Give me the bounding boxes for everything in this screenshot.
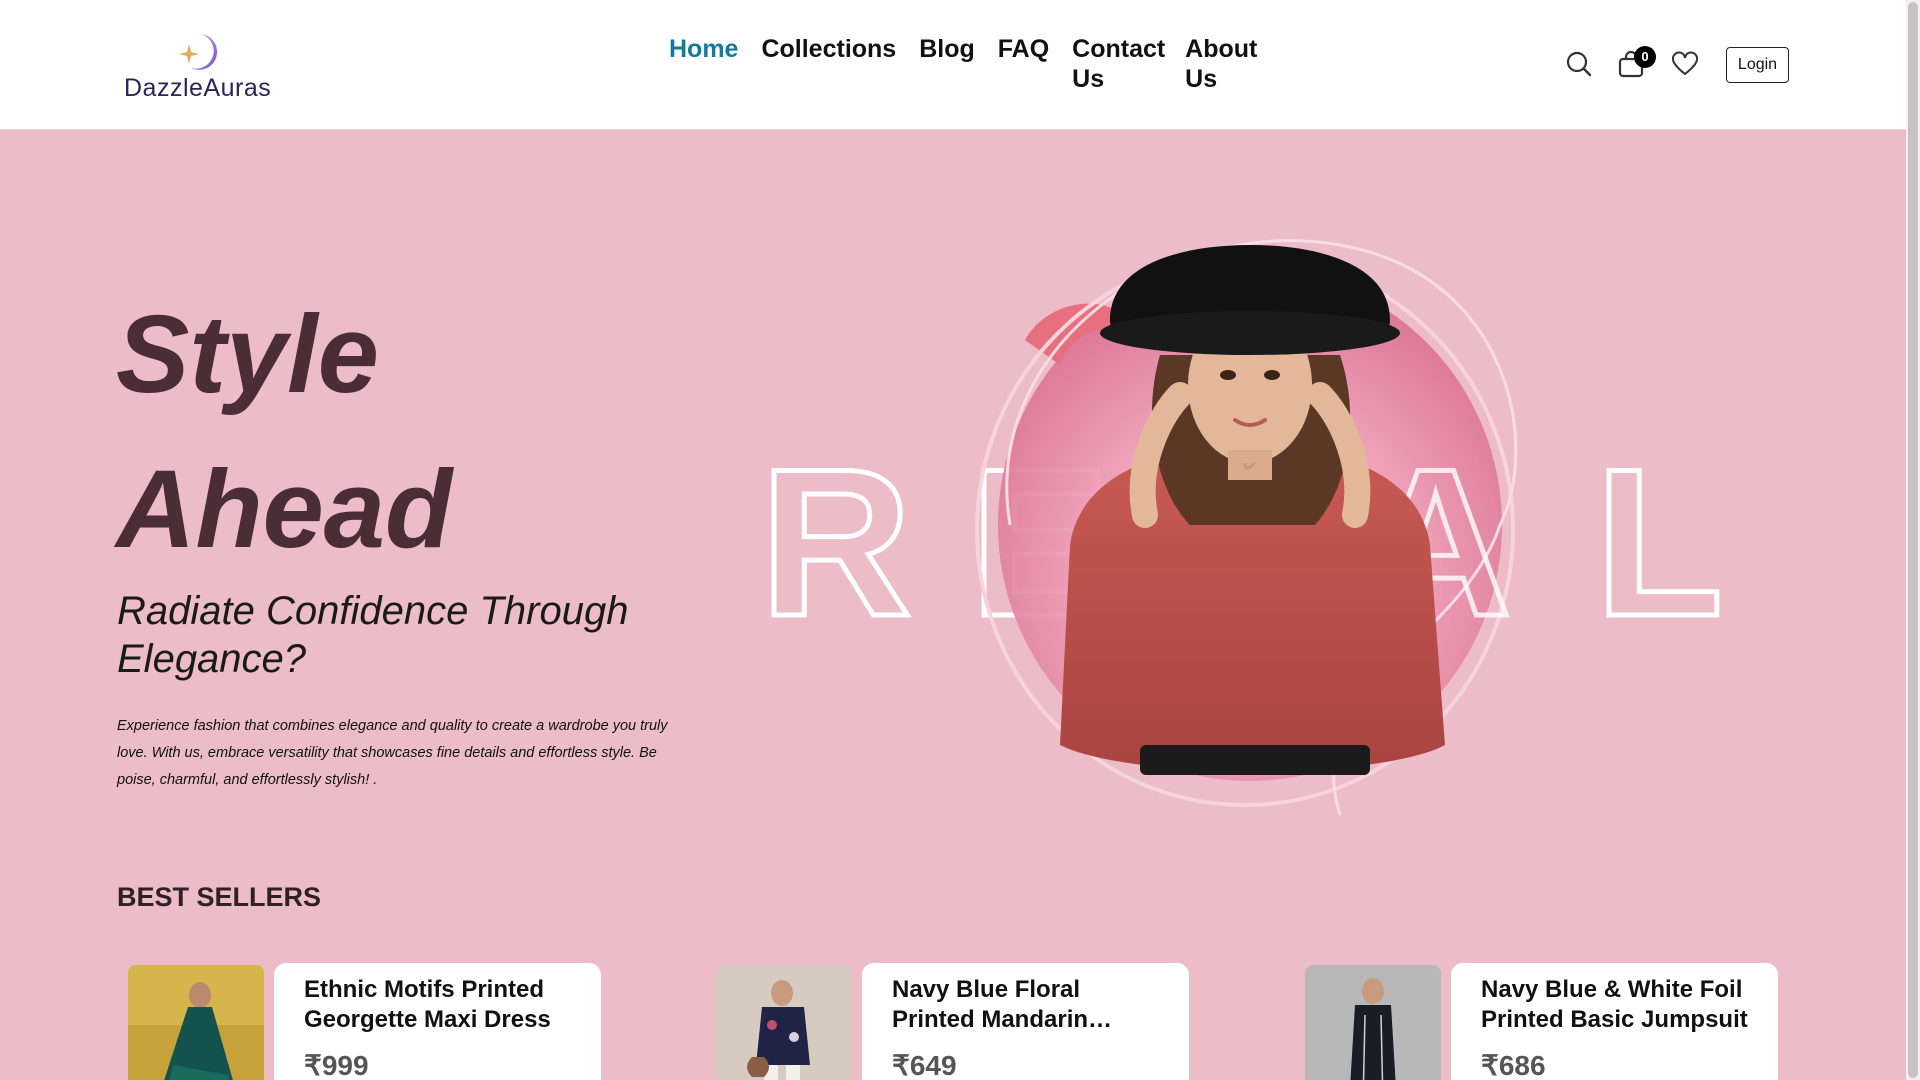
nav-home[interactable]: Home xyxy=(669,34,738,94)
backdrop-letter-r: R xyxy=(760,425,912,660)
brand-logo[interactable]: DazzleAuras xyxy=(122,30,272,102)
backdrop-letter-l: L xyxy=(1595,425,1723,660)
product-image[interactable] xyxy=(716,965,852,1080)
product-name[interactable]: Navy Blue Floral Printed Mandarin Collar… xyxy=(892,975,1159,1035)
login-button[interactable]: Login xyxy=(1726,47,1789,83)
hero-subtitle: Radiate Confidence Through Elegance? xyxy=(117,589,629,681)
product-info[interactable]: Ethnic Motifs Printed Georgette Maxi Dre… xyxy=(274,963,601,1080)
scrollbar-thumb[interactable] xyxy=(1908,2,1918,1078)
nav-collections[interactable]: Collections xyxy=(761,34,896,94)
nav-about-us[interactable]: About Us xyxy=(1185,34,1265,94)
best-sellers-title: BEST SELLERS xyxy=(117,882,322,912)
main-nav: Home Collections Blog FAQ Contact Us Abo… xyxy=(669,34,1288,94)
sparkle-moon-icon xyxy=(179,34,218,70)
brand-name: DazzleAuras xyxy=(124,74,272,102)
hero-description: Experience fashion that combines eleganc… xyxy=(117,718,668,788)
heart-icon[interactable] xyxy=(1671,50,1699,78)
hero-image: R E G A L xyxy=(758,239,1726,816)
product-image[interactable] xyxy=(1305,965,1441,1080)
product-price: ₹686 xyxy=(1481,1050,1546,1080)
product-price: ₹999 xyxy=(304,1050,369,1080)
hero-title-line-2: Ahead xyxy=(116,448,453,571)
search-icon[interactable] xyxy=(1565,50,1593,78)
nav-contact-us[interactable]: Contact Us xyxy=(1072,34,1165,94)
product-image[interactable] xyxy=(128,965,264,1080)
product-name[interactable]: Ethnic Motifs Printed Georgette Maxi Dre… xyxy=(304,975,571,1035)
page-scrollbar[interactable] xyxy=(1906,0,1920,1080)
nav-faq[interactable]: FAQ xyxy=(998,34,1049,94)
product-name[interactable]: Navy Blue & White Foil Printed Basic Jum… xyxy=(1481,975,1748,1035)
product-info[interactable]: Navy Blue Floral Printed Mandarin Collar… xyxy=(862,963,1189,1080)
site-header: DazzleAuras Home Collections Blog FAQ Co… xyxy=(0,0,1906,130)
nav-blog[interactable]: Blog xyxy=(919,34,975,94)
hero-title-line-1: Style xyxy=(116,293,379,416)
cart-count-badge: 0 xyxy=(1634,46,1656,68)
product-price: ₹649 xyxy=(892,1050,957,1080)
product-info[interactable]: Navy Blue & White Foil Printed Basic Jum… xyxy=(1451,963,1778,1080)
